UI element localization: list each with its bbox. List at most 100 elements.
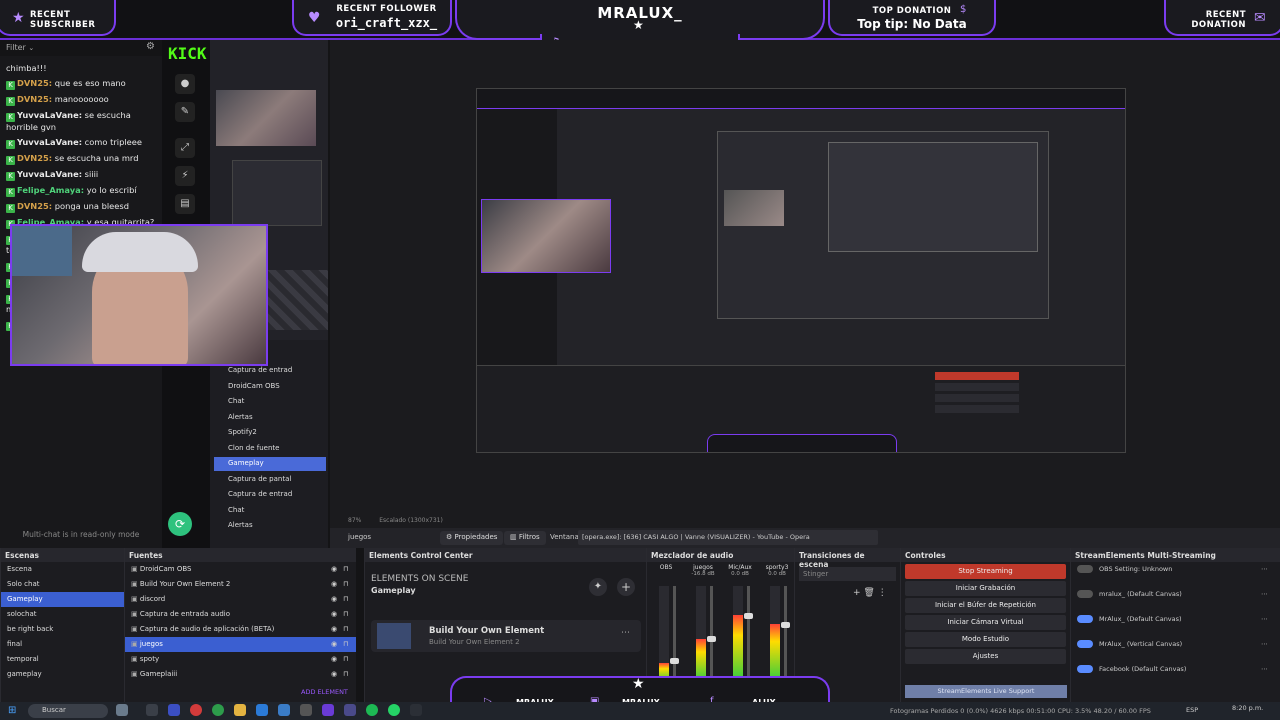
scene-item[interactable]: Gameplay [1,592,124,607]
app-icon[interactable] [278,704,290,716]
volume-slider-knob[interactable] [707,635,716,642]
mini-source-item[interactable]: Captura de entrad [214,364,326,378]
volume-slider-knob[interactable] [744,613,753,619]
weather-icon[interactable] [116,704,128,716]
eye-icon[interactable]: ◉ [331,640,337,648]
opera-icon[interactable] [190,704,202,716]
mini-source-item[interactable]: Spotify2 [214,426,326,440]
mini-source-item[interactable]: Captura de entrad [214,488,326,502]
toggle-switch[interactable] [1077,590,1093,598]
add-icon[interactable]: + [617,578,635,596]
language-indicator[interactable]: ESP [1186,706,1198,714]
control-button-5[interactable]: Ajustes [905,649,1066,664]
properties-button[interactable]: ⚙ Propiedades [440,531,504,545]
chat-username[interactable]: YuvvaLaVane: [17,110,82,120]
control-button-2[interactable]: Iniciar el Búfer de Repetición [905,598,1066,613]
eye-icon[interactable]: ◉ [331,670,337,678]
mini-source-item[interactable]: Alertas [214,411,326,425]
lock-icon[interactable]: ⊓ [343,565,348,573]
windows-start-icon[interactable]: ⊞ [8,705,16,716]
volume-slider-knob[interactable] [670,658,679,664]
lock-icon[interactable]: ⊓ [343,595,348,603]
explorer-icon[interactable] [234,704,246,716]
chat-username[interactable]: DVN25: [17,153,52,163]
app-icon[interactable] [300,704,312,716]
lightning-icon[interactable]: ⚡ [175,166,195,186]
more-icon[interactable]: ⋯ [1261,665,1268,673]
zoom-level[interactable]: 87% [348,517,361,524]
source-item[interactable]: ▣ spoty ◉ ⊓ [125,652,356,667]
control-button-1[interactable]: Iniciar Grabación [905,581,1066,596]
obs-icon[interactable] [344,704,356,716]
chat-username[interactable]: DVN25: [17,201,52,211]
spotify-icon[interactable] [366,704,378,716]
scene-item[interactable]: be right back [1,622,124,637]
mini-source-item[interactable]: Chat [214,395,326,409]
toggle-switch[interactable] [1077,665,1093,673]
app-icon[interactable] [322,704,334,716]
scene-item[interactable]: Solo chat [1,577,124,592]
scene-item[interactable]: temporal [1,652,124,667]
mini-source-item[interactable]: Chat [214,504,326,518]
chat-username[interactable]: YuvvaLaVane: [17,169,82,179]
mini-source-item[interactable]: DroidCam OBS [214,380,326,394]
expand-icon[interactable]: ⤢ [175,138,195,158]
more-icon[interactable]: ⋯ [1261,615,1268,623]
mini-source-item[interactable]: Gameplay [214,457,326,471]
source-item[interactable]: ▣ DroidCam OBS ◉ ⊓ [125,562,356,577]
gear-icon[interactable]: ⚙ [146,41,155,52]
volume-slider[interactable] [707,586,716,682]
chat-username[interactable]: Felipe_Amaya: [17,185,84,195]
chrome-icon[interactable] [212,704,224,716]
mini-source-item[interactable]: Alertas [214,519,326,533]
scene-item[interactable]: solochat [1,607,124,622]
eye-icon[interactable]: ◉ [331,565,337,573]
source-item[interactable]: ▣ Build Your Own Element 2 ◉ ⊓ [125,577,356,592]
volume-slider[interactable] [744,586,753,682]
scene-item[interactable]: Escena [1,562,124,577]
toggle-switch[interactable] [1077,565,1093,573]
eye-icon[interactable]: ◉ [331,625,337,633]
source-item[interactable]: ▣ juegos ◉ ⊓ [125,637,356,652]
chat-icon[interactable]: ▤ [175,194,195,214]
control-button-3[interactable]: Iniciar Cámara Virtual [905,615,1066,630]
record-icon[interactable]: ● [175,74,195,94]
lock-icon[interactable]: ⊓ [343,640,348,648]
app-icon[interactable] [410,704,422,716]
store-icon[interactable] [256,704,268,716]
more-icon[interactable]: ⋯ [621,628,630,638]
window-select[interactable]: [opera.exe]: [636] CASI ALGO | Vanne (VI… [578,530,878,545]
scene-item[interactable]: final [1,637,124,652]
clock[interactable]: 8:20 p.m. [1232,704,1263,712]
control-button-0[interactable]: Stop Streaming [905,564,1066,579]
lock-icon[interactable]: ⊓ [343,625,348,633]
chat-username[interactable]: YuvvaLaVane: [17,137,82,147]
filters-button[interactable]: ▥ Filtros [504,531,546,545]
whatsapp-icon[interactable] [388,704,400,716]
chat-username[interactable]: DVN25: [17,94,52,104]
source-item[interactable]: ▣ discord ◉ ⊓ [125,592,356,607]
eye-icon[interactable]: ◉ [331,580,337,588]
lock-icon[interactable]: ⊓ [343,655,348,663]
lock-icon[interactable]: ⊓ [343,610,348,618]
volume-slider[interactable] [781,586,790,682]
eye-icon[interactable]: ◉ [331,655,337,663]
chat-filter[interactable]: Filter ⌄ ⚙ [0,40,162,56]
support-button[interactable]: StreamElements Live Support [905,685,1067,698]
lock-icon[interactable]: ⊓ [343,670,348,678]
element-card[interactable]: Build Your Own Element Build Your Own El… [371,620,641,652]
source-item[interactable]: ▣ Captura de audio de aplicación (BETA) ◉… [125,622,356,637]
control-button-4[interactable]: Modo Estudio [905,632,1066,647]
mini-source-item[interactable]: Clon de fuente [214,442,326,456]
pen-icon[interactable]: ✎ [175,102,195,122]
toggle-switch[interactable] [1077,615,1093,623]
refresh-icon[interactable]: ⟳ [168,512,192,536]
add-transition-icon[interactable]: + 🗑 ⋮ [853,588,887,598]
more-icon[interactable]: ⋯ [1261,565,1268,573]
source-item[interactable]: ▣ Gameplaiii ◉ ⊓ [125,667,356,682]
transition-select[interactable]: Stinger [799,567,896,581]
chat-username[interactable]: DVN25: [17,78,52,88]
add-element-label[interactable]: ADD ELEMENT [301,688,348,696]
premiere-icon[interactable] [168,704,180,716]
scene-item[interactable]: gameplay [1,667,124,682]
